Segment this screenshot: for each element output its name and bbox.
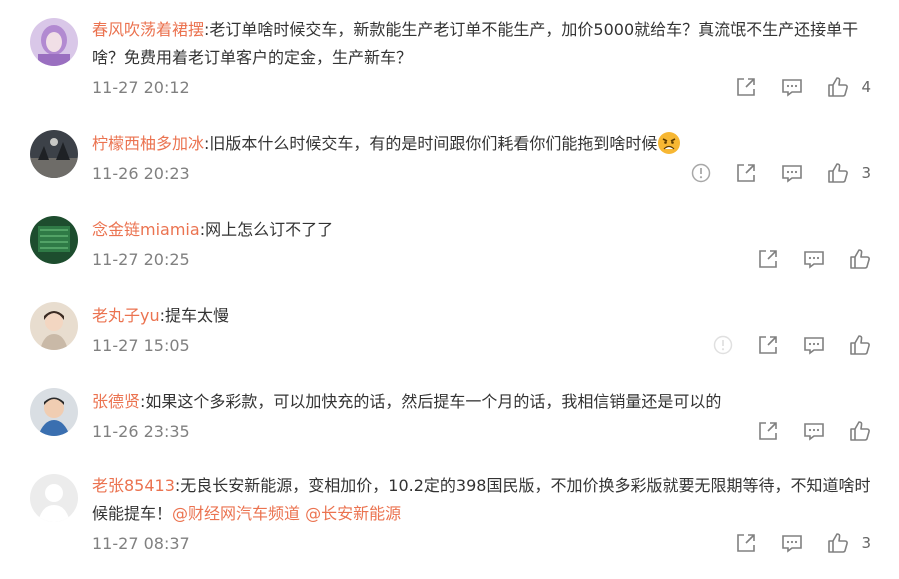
angry-face-emoji	[658, 132, 681, 154]
comment-button[interactable]	[781, 162, 803, 184]
mention-link[interactable]: @财经网汽车频道	[172, 504, 300, 523]
comment-username[interactable]: 老丸子yu	[92, 306, 160, 325]
report-button[interactable]	[713, 335, 733, 355]
share-icon	[759, 422, 777, 440]
like-button[interactable]: 4	[827, 76, 871, 98]
share-icon	[737, 534, 756, 552]
like-button[interactable]: 3	[827, 532, 871, 554]
like-count: 4	[861, 78, 871, 96]
comment-body: 老张85413:无良长安新能源，变相加价，10.2定的398国民版，不加价换多彩…	[92, 472, 879, 528]
thumbs-up-icon	[828, 77, 849, 97]
share-button[interactable]	[757, 420, 779, 442]
comment-timestamp: 11-27 20:12	[92, 78, 190, 97]
comment-username[interactable]: 柠檬西柚多加冰	[92, 134, 204, 153]
comment-username[interactable]: 春风吹荡着裙摆	[92, 20, 204, 39]
comment-icon	[782, 165, 803, 183]
comment-button[interactable]	[803, 420, 825, 442]
comment-username[interactable]: 老张85413	[92, 476, 175, 495]
comment-timestamp: 11-26 20:23	[92, 164, 190, 183]
comment-button[interactable]	[781, 76, 803, 98]
share-button[interactable]	[735, 162, 757, 184]
comment-text: 旧版本什么时候交车，有的是时间跟你们耗看你们能拖到啥时候	[209, 134, 658, 153]
comment-text: 网上怎么订不了了	[205, 220, 334, 239]
comment-timestamp: 11-27 08:37	[92, 534, 190, 553]
comment-body: 念金链miamia:网上怎么订不了了	[92, 216, 879, 244]
avatar[interactable]	[30, 18, 78, 66]
like-button[interactable]	[849, 248, 871, 270]
share-icon	[737, 78, 756, 96]
comment-actions: 3	[711, 530, 871, 556]
comment-username[interactable]: 张德贤	[92, 392, 140, 411]
avatar[interactable]	[30, 130, 78, 178]
comment-icon	[804, 423, 824, 441]
thumbs-up-icon	[828, 533, 849, 553]
avatar[interactable]	[30, 474, 78, 522]
avatar[interactable]	[30, 216, 78, 264]
thumbs-up-icon	[828, 163, 849, 183]
thumbs-up-icon	[850, 249, 870, 269]
thumbs-up-icon	[850, 421, 870, 441]
comment-actions: 4	[711, 74, 871, 100]
comment-text: 如果这个多彩款，可以加快充的话，然后提车一个月的话，我相信销量还是可以的	[145, 392, 722, 411]
comment-button[interactable]	[781, 532, 803, 554]
comment-actions	[689, 332, 871, 358]
share-icon	[759, 250, 777, 268]
mention-link[interactable]: @长安新能源	[305, 504, 401, 523]
report-icon	[692, 163, 711, 183]
share-button[interactable]	[757, 334, 779, 356]
comment-timestamp: 11-26 23:35	[92, 422, 190, 441]
comment-body: 春风吹荡着裙摆:老订单啥时候交车，新款能生产老订单不能生产，加价5000就给车？…	[92, 16, 879, 72]
comment-button[interactable]	[803, 248, 825, 270]
comment-timestamp: 11-27 20:25	[92, 250, 190, 269]
comment-body: 柠檬西柚多加冰:旧版本什么时候交车，有的是时间跟你们耗看你们能拖到啥时候	[92, 130, 879, 158]
comment-actions	[733, 418, 871, 444]
comment-text: 提车太慢	[165, 306, 230, 325]
comment-list: 春风吹荡着裙摆:老订单啥时候交车，新款能生产老订单不能生产，加价5000就给车？…	[0, 0, 899, 579]
comment-body: 张德贤:如果这个多彩款，可以加快充的话，然后提车一个月的话，我相信销量还是可以的	[92, 388, 879, 416]
comment-icon	[782, 535, 803, 553]
report-icon	[713, 335, 733, 355]
like-button[interactable]	[849, 420, 871, 442]
thumbs-up-icon	[850, 335, 870, 355]
comment-actions	[733, 246, 871, 272]
report-button[interactable]	[691, 163, 711, 183]
share-icon	[759, 336, 777, 354]
share-button[interactable]	[735, 76, 757, 98]
like-count: 3	[861, 534, 871, 552]
comment-timestamp: 11-27 15:05	[92, 336, 190, 355]
comment-username[interactable]: 念金链miamia	[92, 220, 200, 239]
like-count: 3	[861, 164, 871, 182]
comment-body: 老丸子yu:提车太慢	[92, 302, 879, 330]
comment-icon	[804, 251, 824, 269]
comment-actions: 3	[667, 160, 871, 186]
share-button[interactable]	[735, 532, 757, 554]
like-button[interactable]	[849, 334, 871, 356]
comment-button[interactable]	[803, 334, 825, 356]
comment-icon	[782, 79, 803, 97]
comment-icon	[804, 337, 824, 355]
share-button[interactable]	[757, 248, 779, 270]
share-icon	[737, 164, 756, 182]
avatar[interactable]	[30, 388, 78, 436]
like-button[interactable]: 3	[827, 162, 871, 184]
avatar[interactable]	[30, 302, 78, 350]
